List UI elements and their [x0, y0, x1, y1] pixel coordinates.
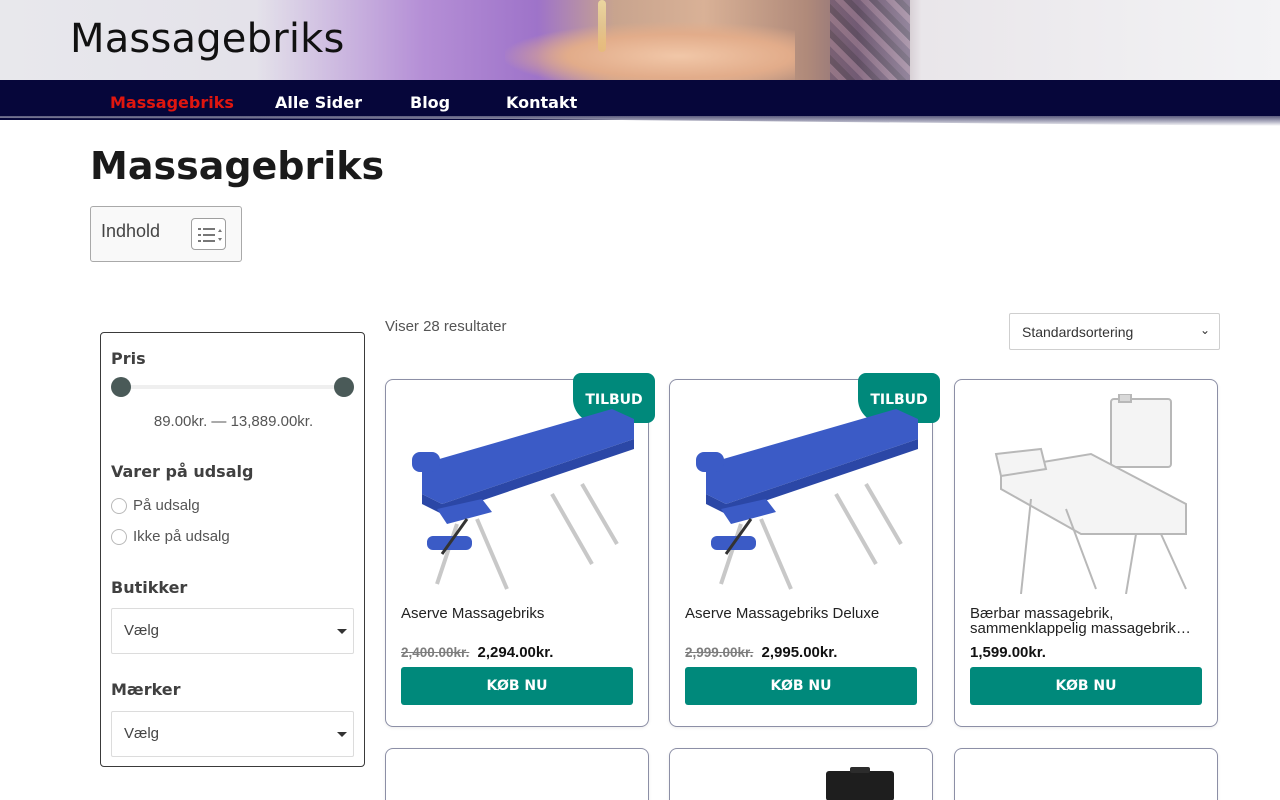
toc-toggle-button[interactable]: [191, 218, 226, 250]
radio-label: På udsalg: [133, 497, 200, 514]
banner-oil-stream: [598, 0, 606, 52]
product-image-carry-case: [826, 767, 894, 800]
current-price: 1,599.00kr.: [970, 644, 1046, 661]
radio-button[interactable]: [111, 528, 127, 545]
old-price: 2,400.00kr.: [401, 645, 470, 660]
stores-filter-heading: Butikker: [111, 578, 188, 597]
product-card[interactable]: [669, 748, 933, 800]
radio-label: Ikke på udsalg: [133, 528, 230, 545]
chevron-down-icon: ⌄: [1199, 323, 1210, 337]
product-name[interactable]: Aserve Massagebriks Deluxe: [685, 606, 917, 621]
current-price: 2,995.00kr.: [761, 644, 838, 661]
current-price: 2,294.00kr.: [477, 644, 554, 661]
caret-down-icon: [337, 629, 347, 634]
nav-item-massagebriks[interactable]: Massagebriks: [110, 93, 234, 112]
radio-not-on-sale[interactable]: Ikke på udsalg: [111, 528, 230, 545]
product-image-folding-table: [994, 394, 1187, 594]
price-filter-heading: Pris: [111, 349, 146, 368]
buy-now-button[interactable]: KØB NU: [401, 667, 633, 705]
price-slider-track[interactable]: [121, 385, 345, 389]
banner-hand-image: [505, 22, 795, 80]
price-line: 1,599.00kr.: [970, 644, 1046, 661]
product-name[interactable]: Aserve Massagebriks: [401, 606, 633, 621]
nav-item-kontakt[interactable]: Kontakt: [506, 93, 577, 112]
price-range-text: 89.00kr. — 13,889.00kr.: [153, 413, 314, 430]
brands-select-value: Vælg: [124, 725, 160, 742]
results-count: Viser 28 resultater: [385, 318, 507, 335]
brands-select[interactable]: Vælg: [111, 711, 354, 757]
product-card[interactable]: [954, 748, 1218, 800]
radio-button[interactable]: [111, 497, 127, 514]
product-card[interactable]: [385, 748, 649, 800]
old-price: 2,999.00kr.: [685, 645, 754, 660]
toc-label: Indhold: [101, 221, 161, 241]
page-title: Massagebriks: [90, 144, 385, 188]
sort-select[interactable]: Standardsortering ⌄: [1009, 313, 1220, 350]
brands-filter-heading: Mærker: [111, 680, 181, 699]
price-slider-min-handle[interactable]: [111, 377, 131, 397]
price-slider-max-handle[interactable]: [334, 377, 354, 397]
sale-filter-heading: Varer på udsalg: [111, 462, 254, 481]
table-of-contents: Indhold: [90, 206, 242, 262]
filter-sidebar: Pris 89.00kr. — 13,889.00kr. Varer på ud…: [100, 332, 365, 767]
nav-shadow-divider: [0, 116, 1280, 126]
product-image-massage-table: [412, 409, 634, 590]
product-card[interactable]: TILBUD Aserve Massagebriks Deluxe 2,999.…: [669, 373, 940, 727]
caret-down-icon: [337, 732, 347, 737]
price-line: 2,400.00kr. 2,294.00kr.: [401, 644, 553, 661]
product-image-massage-table: [696, 409, 918, 590]
product-name[interactable]: Bærbar massagebrik, sammenklappelig mass…: [970, 606, 1202, 636]
product-card[interactable]: TILBUD Aserve Massagebriks 2,400.00kr. 2…: [385, 373, 655, 727]
nav-item-blog[interactable]: Blog: [410, 93, 450, 112]
nav-item-alle-sider[interactable]: Alle Sider: [275, 93, 362, 112]
stores-select-value: Vælg: [124, 622, 160, 639]
product-card[interactable]: Bærbar massagebrik, sammenklappelig mass…: [954, 379, 1218, 727]
banner-fabric-image: [830, 0, 910, 80]
radio-on-sale[interactable]: På udsalg: [111, 497, 200, 514]
site-title[interactable]: Massagebriks: [70, 16, 345, 62]
list-toggle-icon: [198, 228, 222, 242]
buy-now-button[interactable]: KØB NU: [970, 667, 1202, 705]
buy-now-button[interactable]: KØB NU: [685, 667, 917, 705]
price-line: 2,999.00kr. 2,995.00kr.: [685, 644, 837, 661]
sort-select-value: Standardsortering: [1022, 324, 1134, 340]
stores-select[interactable]: Vælg: [111, 608, 354, 654]
